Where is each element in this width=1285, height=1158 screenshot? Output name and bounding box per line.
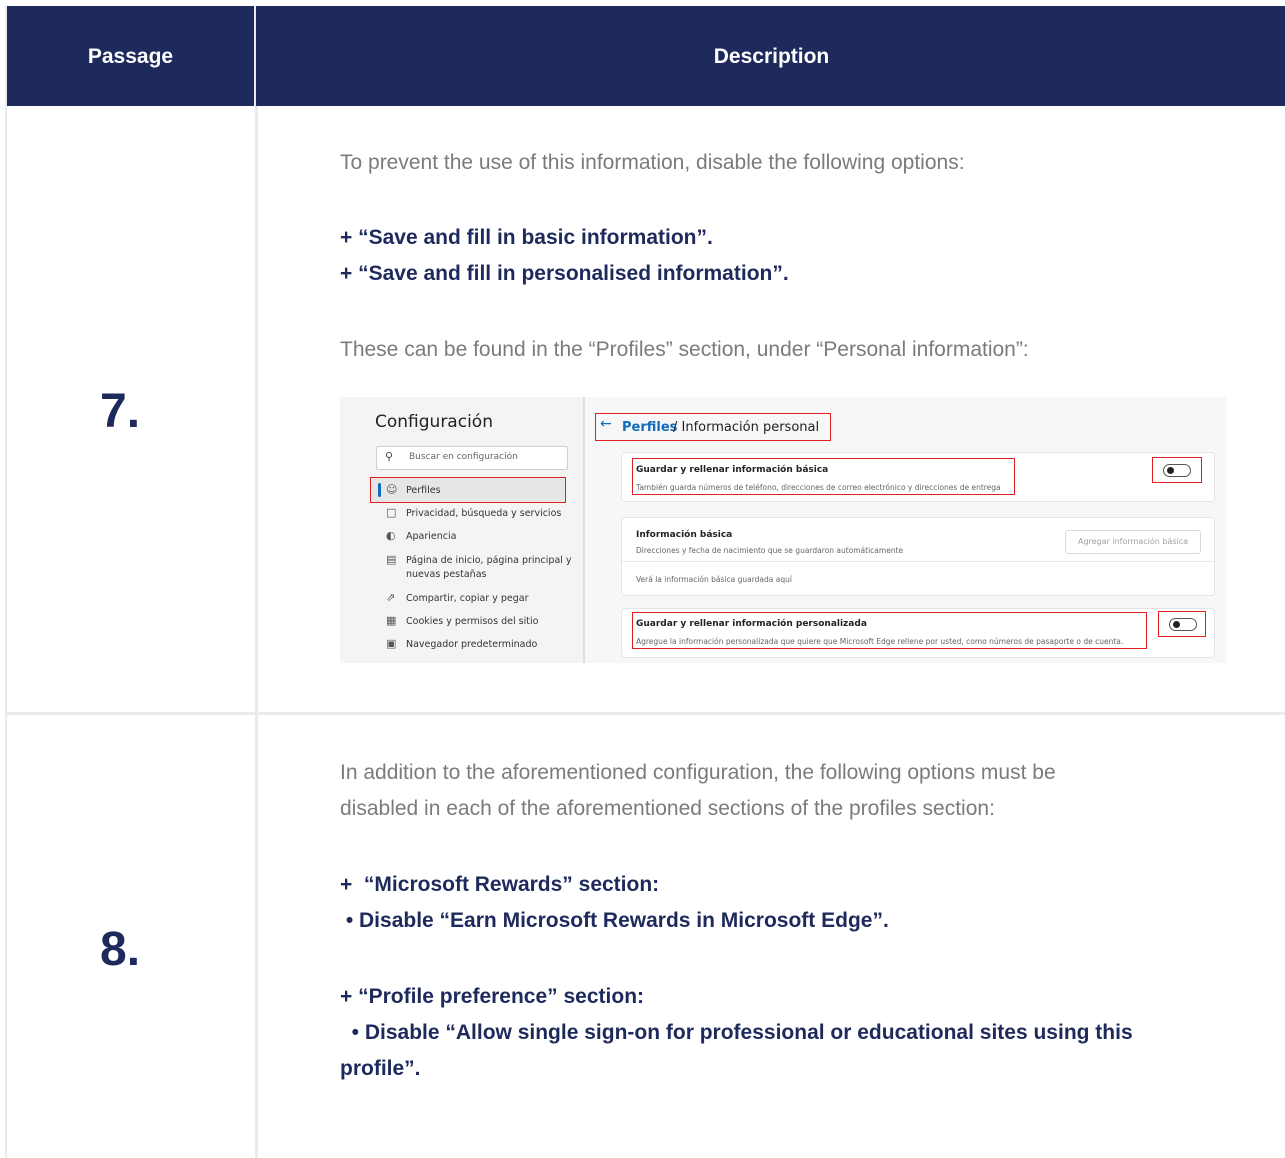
search-icon: ⚲ — [385, 450, 394, 463]
personalised-info-subtitle: Agregue la información personalizada que… — [636, 637, 1124, 646]
appearance-icon: ◐ — [386, 529, 396, 542]
row8-intro-line2: disabled in each of the aforementioned s… — [340, 797, 995, 820]
passage-number-8: 8. — [100, 923, 141, 976]
row7-location: These can be found in the “Profiles” sec… — [340, 338, 1029, 361]
home-page-icon: ▤ — [386, 553, 397, 566]
row-divider — [7, 712, 1285, 715]
profile-preference-item-line1: • Disable “Allow single sign-on for prof… — [340, 1021, 1133, 1044]
back-arrow-icon[interactable]: ← — [600, 416, 612, 432]
browser-icon: ▣ — [386, 637, 397, 650]
basic-list-title: Información básica — [636, 530, 733, 540]
sidebar-divider — [583, 397, 585, 663]
cookies-icon: ▦ — [386, 614, 397, 627]
breadcrumb-current: / Información personal — [673, 420, 820, 435]
profile-icon: ☺ — [386, 483, 398, 496]
profile-preference-item-line2: profile”. — [340, 1057, 421, 1080]
row8-intro-line1: In addition to the aforementioned config… — [340, 761, 1056, 784]
basic-info-list-card — [621, 517, 1215, 596]
settings-screenshot: Configuración ⚲ Buscar en configuración … — [340, 397, 1226, 663]
selected-nav-indicator — [378, 483, 381, 497]
rewards-item: • Disable “Earn Microsoft Rewards in Mic… — [340, 909, 889, 932]
basic-info-subtitle: También guarda números de teléfono, dire… — [636, 483, 1001, 492]
header-passage: Passage — [87, 45, 174, 68]
share-icon: ⇗ — [386, 591, 396, 604]
card-divider — [622, 561, 1214, 562]
basic-list-subtitle: Direcciones y fecha de nacimiento que se… — [636, 546, 904, 555]
column-divider — [255, 106, 258, 1158]
table-header: Passage Description — [7, 6, 1285, 106]
lock-icon: □ — [386, 506, 397, 519]
settings-title: Configuración — [375, 412, 493, 432]
personalised-info-toggle[interactable] — [1169, 618, 1197, 631]
row7-intro: To prevent the use of this information, … — [340, 151, 965, 174]
rewards-heading: + “Microsoft Rewards” section: — [340, 873, 660, 896]
add-basic-info-button[interactable]: Agregar información básica — [1065, 530, 1201, 554]
basic-list-note: Verá la información básica guardada aquí — [636, 575, 792, 584]
row7-option-personalised: + “Save and fill in personalised informa… — [340, 262, 789, 285]
passage-number-7: 7. — [100, 385, 141, 438]
toggle-knob — [1167, 467, 1174, 474]
personalised-info-title: Guardar y rellenar información personali… — [636, 619, 867, 629]
toggle-knob — [1173, 621, 1180, 628]
settings-search-input[interactable]: ⚲ Buscar en configuración — [376, 446, 568, 470]
profile-preference-heading: + “Profile preference” section: — [340, 985, 645, 1008]
header-description: Description — [713, 45, 830, 68]
basic-info-title: Guardar y rellenar información básica — [636, 465, 829, 475]
row7-option-basic: + “Save and fill in basic information”. — [340, 226, 713, 249]
breadcrumb-perfiles-link[interactable]: Perfiles — [622, 420, 677, 435]
basic-info-toggle[interactable] — [1163, 464, 1191, 477]
search-placeholder: Buscar en configuración — [409, 452, 518, 462]
